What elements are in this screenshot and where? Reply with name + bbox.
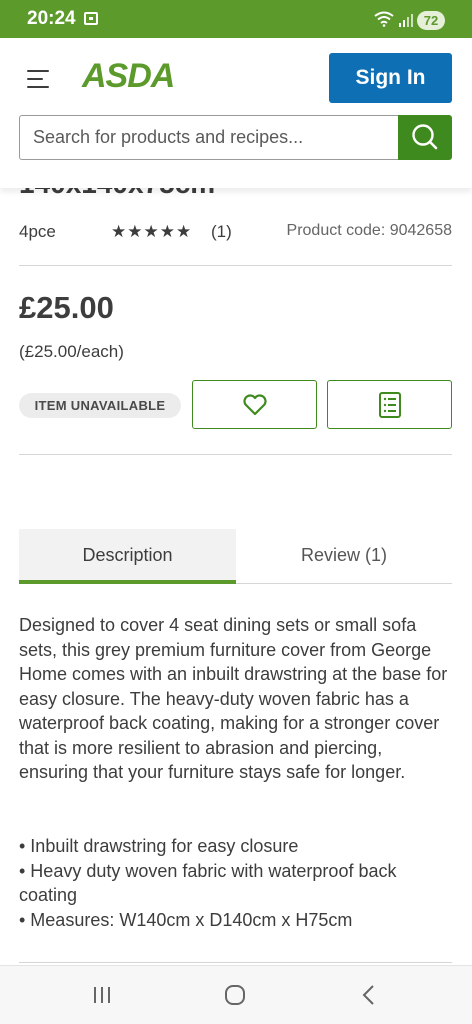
feature-item: • Heavy duty woven fabric with waterproo… bbox=[19, 860, 397, 906]
star-rating[interactable]: ★★★★★ bbox=[111, 222, 192, 242]
tab-description[interactable]: Description bbox=[19, 529, 236, 584]
unit-price: (£25.00/each) bbox=[19, 342, 124, 361]
divider bbox=[19, 454, 452, 455]
back-icon bbox=[362, 985, 374, 1005]
notification-icon bbox=[84, 12, 98, 25]
feature-item: • Measures: W140cm x D140cm x H75cm bbox=[19, 909, 353, 930]
home-button[interactable] bbox=[205, 966, 265, 1024]
divider bbox=[19, 265, 452, 266]
search-input[interactable] bbox=[19, 115, 399, 160]
product-price: £25.00 bbox=[19, 290, 114, 325]
recents-icon bbox=[94, 987, 110, 1003]
availability-badge: ITEM UNAVAILABLE bbox=[19, 393, 181, 418]
tab-review[interactable]: Review (1) bbox=[236, 529, 452, 584]
status-time: 20:24 bbox=[27, 8, 76, 29]
favourite-button[interactable] bbox=[192, 380, 317, 429]
recents-button[interactable] bbox=[72, 966, 132, 1024]
home-icon bbox=[225, 985, 245, 1005]
site-header: ASDA Sign In bbox=[0, 38, 472, 188]
sign-in-button[interactable]: Sign In bbox=[329, 53, 452, 103]
divider bbox=[19, 962, 452, 963]
system-nav-bar bbox=[0, 965, 472, 1024]
search-button[interactable] bbox=[398, 115, 452, 160]
battery-indicator: 72 bbox=[417, 11, 445, 30]
product-meta-row: 4pce ★★★★★ (1) Product code: 9042658 bbox=[19, 222, 452, 246]
add-to-list-button[interactable] bbox=[327, 380, 452, 429]
feature-item: • Inbuilt drawstring for easy closure bbox=[19, 836, 299, 856]
description-text: Designed to cover 4 seat dining sets or … bbox=[19, 615, 448, 782]
signal-icon bbox=[399, 14, 413, 27]
back-button[interactable] bbox=[338, 966, 398, 1024]
asda-logo[interactable]: ASDA bbox=[82, 57, 175, 96]
feature-list: • Inbuilt drawstring for easy closure • … bbox=[19, 834, 452, 932]
magnifier-icon bbox=[412, 124, 438, 150]
wifi-icon bbox=[374, 11, 394, 27]
product-tabs: Description Review (1) bbox=[19, 529, 452, 584]
hamburger-menu-icon[interactable] bbox=[27, 68, 51, 90]
heart-icon bbox=[242, 393, 267, 415]
pack-size: 4pce bbox=[19, 222, 56, 241]
review-count-link[interactable]: (1) bbox=[211, 222, 232, 242]
product-code: Product code: 9042658 bbox=[286, 222, 452, 239]
list-icon bbox=[378, 391, 401, 418]
search-bar bbox=[19, 115, 452, 160]
status-bar: 20:24 72 bbox=[0, 0, 472, 38]
